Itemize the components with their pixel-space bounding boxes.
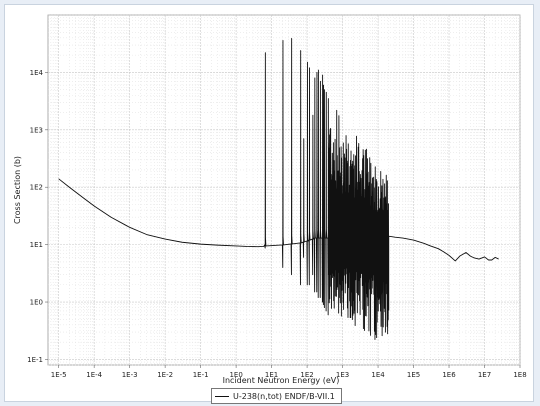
legend-label: U-238(n,tot) ENDF/B-VII.1 xyxy=(233,391,335,401)
x-tick-label: 1E8 xyxy=(513,371,526,379)
chart-panel: 1E-5 1E-4 1E-3 1E-2 1E-1 1E0 1E1 1E2 1E3 1E4 1E5 1E… xyxy=(4,4,534,404)
y-tick-label: 1E2 xyxy=(30,184,43,192)
x-tick-label: 1E-4 xyxy=(86,371,102,379)
x-tick-label: 1E7 xyxy=(478,371,491,379)
x-tick-label: 1E-5 xyxy=(51,371,67,379)
y-tick-labels: 1E-1 1E0 1E1 1E2 1E3 1E4 xyxy=(27,69,48,364)
legend-swatch xyxy=(215,395,229,397)
x-axis-label: Incident Neutron Energy (eV) xyxy=(223,376,340,385)
y-axis-label: Cross Section (b) xyxy=(13,156,22,224)
y-tick-label: 1E1 xyxy=(30,241,43,249)
x-tick-label: 1E4 xyxy=(371,371,385,379)
y-tick-label: 1E-1 xyxy=(27,356,43,364)
x-tick-label: 1E-1 xyxy=(193,371,209,379)
y-tick-label: 1E3 xyxy=(30,126,43,134)
x-tick-label: 1E5 xyxy=(407,371,420,379)
x-tick-label: 1E-3 xyxy=(122,371,138,379)
x-tick-label: 1E6 xyxy=(442,371,456,379)
legend: U-238(n,tot) ENDF/B-VII.1 xyxy=(211,388,342,404)
chart-window: 1E-5 1E-4 1E-3 1E-2 1E-1 1E0 1E1 1E2 1E3 1E4 1E5 1E… xyxy=(0,0,540,406)
y-tick-label: 1E4 xyxy=(30,69,44,77)
x-tick-label: 1E-2 xyxy=(157,371,173,379)
cross-section-chart: 1E-5 1E-4 1E-3 1E-2 1E-1 1E0 1E1 1E2 1E3 1E4 1E5 1E… xyxy=(13,14,527,385)
y-tick-label: 1E0 xyxy=(30,299,43,307)
